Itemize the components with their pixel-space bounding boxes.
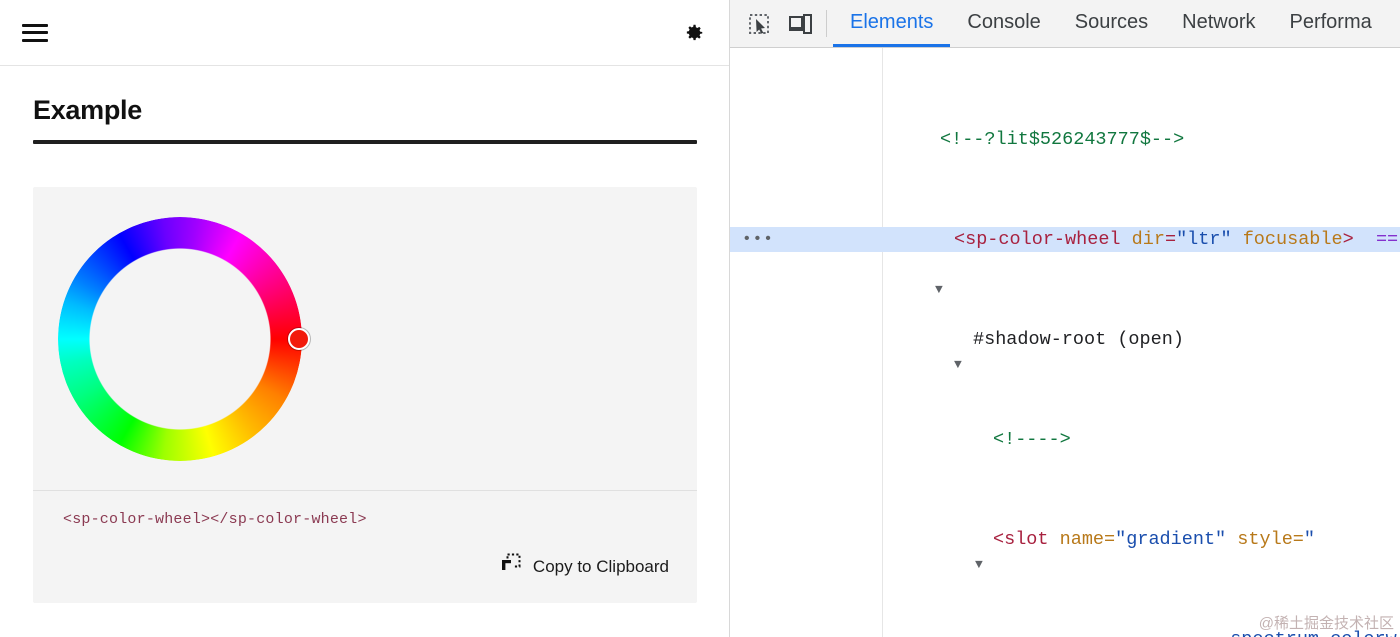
node-attr-focusable[interactable]: focusable xyxy=(1243,229,1343,250)
lit-comment: <!--?lit$526243777$--> xyxy=(940,129,1185,150)
preview-content: Example <sp-color-wheel></sp-color-wheel… xyxy=(0,66,729,604)
tree-line-slot[interactable]: ▼ <slot name="gradient" style=" xyxy=(730,527,1400,572)
copy-clipboard-icon xyxy=(499,552,523,581)
color-wheel-handle[interactable] xyxy=(288,327,310,350)
chevron-down-icon[interactable]: ▼ xyxy=(975,552,983,577)
selected-node-markup: <sp-color-wheel dir="ltr" focusable> == … xyxy=(954,227,1400,252)
tab-network[interactable]: Network xyxy=(1165,0,1272,47)
tree-line-empty-comment: <!----> xyxy=(730,427,1400,452)
example-card: <sp-color-wheel></sp-color-wheel> Copy t… xyxy=(33,187,697,604)
tab-performance[interactable]: Performa xyxy=(1273,0,1389,47)
chevron-down-icon[interactable]: ▼ xyxy=(954,352,962,377)
node-tag-open: <sp-color-wheel xyxy=(954,229,1121,250)
node-attr-dir-value[interactable]: "ltr" xyxy=(1176,229,1232,250)
node-dollar-zero: == $ xyxy=(1375,229,1399,250)
tab-console[interactable]: Console xyxy=(950,0,1057,47)
tab-elements[interactable]: Elements xyxy=(833,0,951,47)
page-title: Example xyxy=(33,95,142,125)
gear-icon[interactable] xyxy=(679,18,709,48)
device-toolbar-icon[interactable] xyxy=(780,0,822,47)
preview-topbar xyxy=(0,0,729,66)
shadow-root-label: #shadow-root (open) xyxy=(973,329,1184,350)
devtools-panel: Elements Console Sources Network Perform… xyxy=(730,0,1400,637)
tree-line-selected-node[interactable]: ••• ▼ <sp-color-wheel dir="ltr" focusabl… xyxy=(730,227,1400,297)
chevron-down-icon[interactable]: ▼ xyxy=(935,277,943,302)
slot-markup: <slot name="gradient" style=" xyxy=(993,529,1316,550)
node-overflow-dots[interactable]: ••• xyxy=(742,227,774,252)
copy-to-clipboard-label: Copy to Clipboard xyxy=(532,556,669,576)
copy-to-clipboard-button[interactable]: Copy to Clipboard xyxy=(499,552,669,581)
node-tag-close: > xyxy=(1342,229,1354,250)
tree-line-lit-comment: <!--?lit$526243777$--> xyxy=(730,127,1400,152)
dom-tree: <!--?lit$526243777$--> ••• ▼ <sp-color-w… xyxy=(730,48,1400,637)
app-root: Example <sp-color-wheel></sp-color-wheel… xyxy=(0,0,1400,637)
devtools-toolbar: Elements Console Sources Network Perform… xyxy=(730,0,1400,48)
color-wheel-ring[interactable] xyxy=(58,216,302,461)
devtools-tabs: Elements Console Sources Network Perform… xyxy=(833,0,1389,47)
title-underline xyxy=(33,140,697,145)
preview-pane: Example <sp-color-wheel></sp-color-wheel… xyxy=(0,0,730,637)
node-attr-dir[interactable]: dir xyxy=(1132,229,1165,250)
sp-color-wheel[interactable] xyxy=(58,216,310,461)
style-text: --spectrum-colorw xyxy=(1208,627,1397,637)
empty-comment: <!----> xyxy=(993,429,1071,450)
toolbar-divider xyxy=(826,10,827,37)
inspect-element-icon[interactable] xyxy=(738,0,780,47)
tree-line-shadow-root[interactable]: ▼ #shadow-root (open) xyxy=(730,327,1400,372)
color-wheel-stage xyxy=(33,187,697,490)
devtools-elements-body: <!--?lit$526243777$--> ••• ▼ <sp-color-w… xyxy=(730,48,1400,637)
tree-line-style-1: --spectrum-colorw xyxy=(730,627,1400,637)
tab-sources[interactable]: Sources xyxy=(1058,0,1165,47)
code-snippet: <sp-color-wheel></sp-color-wheel> xyxy=(63,511,367,529)
hamburger-menu-icon[interactable] xyxy=(22,22,48,44)
